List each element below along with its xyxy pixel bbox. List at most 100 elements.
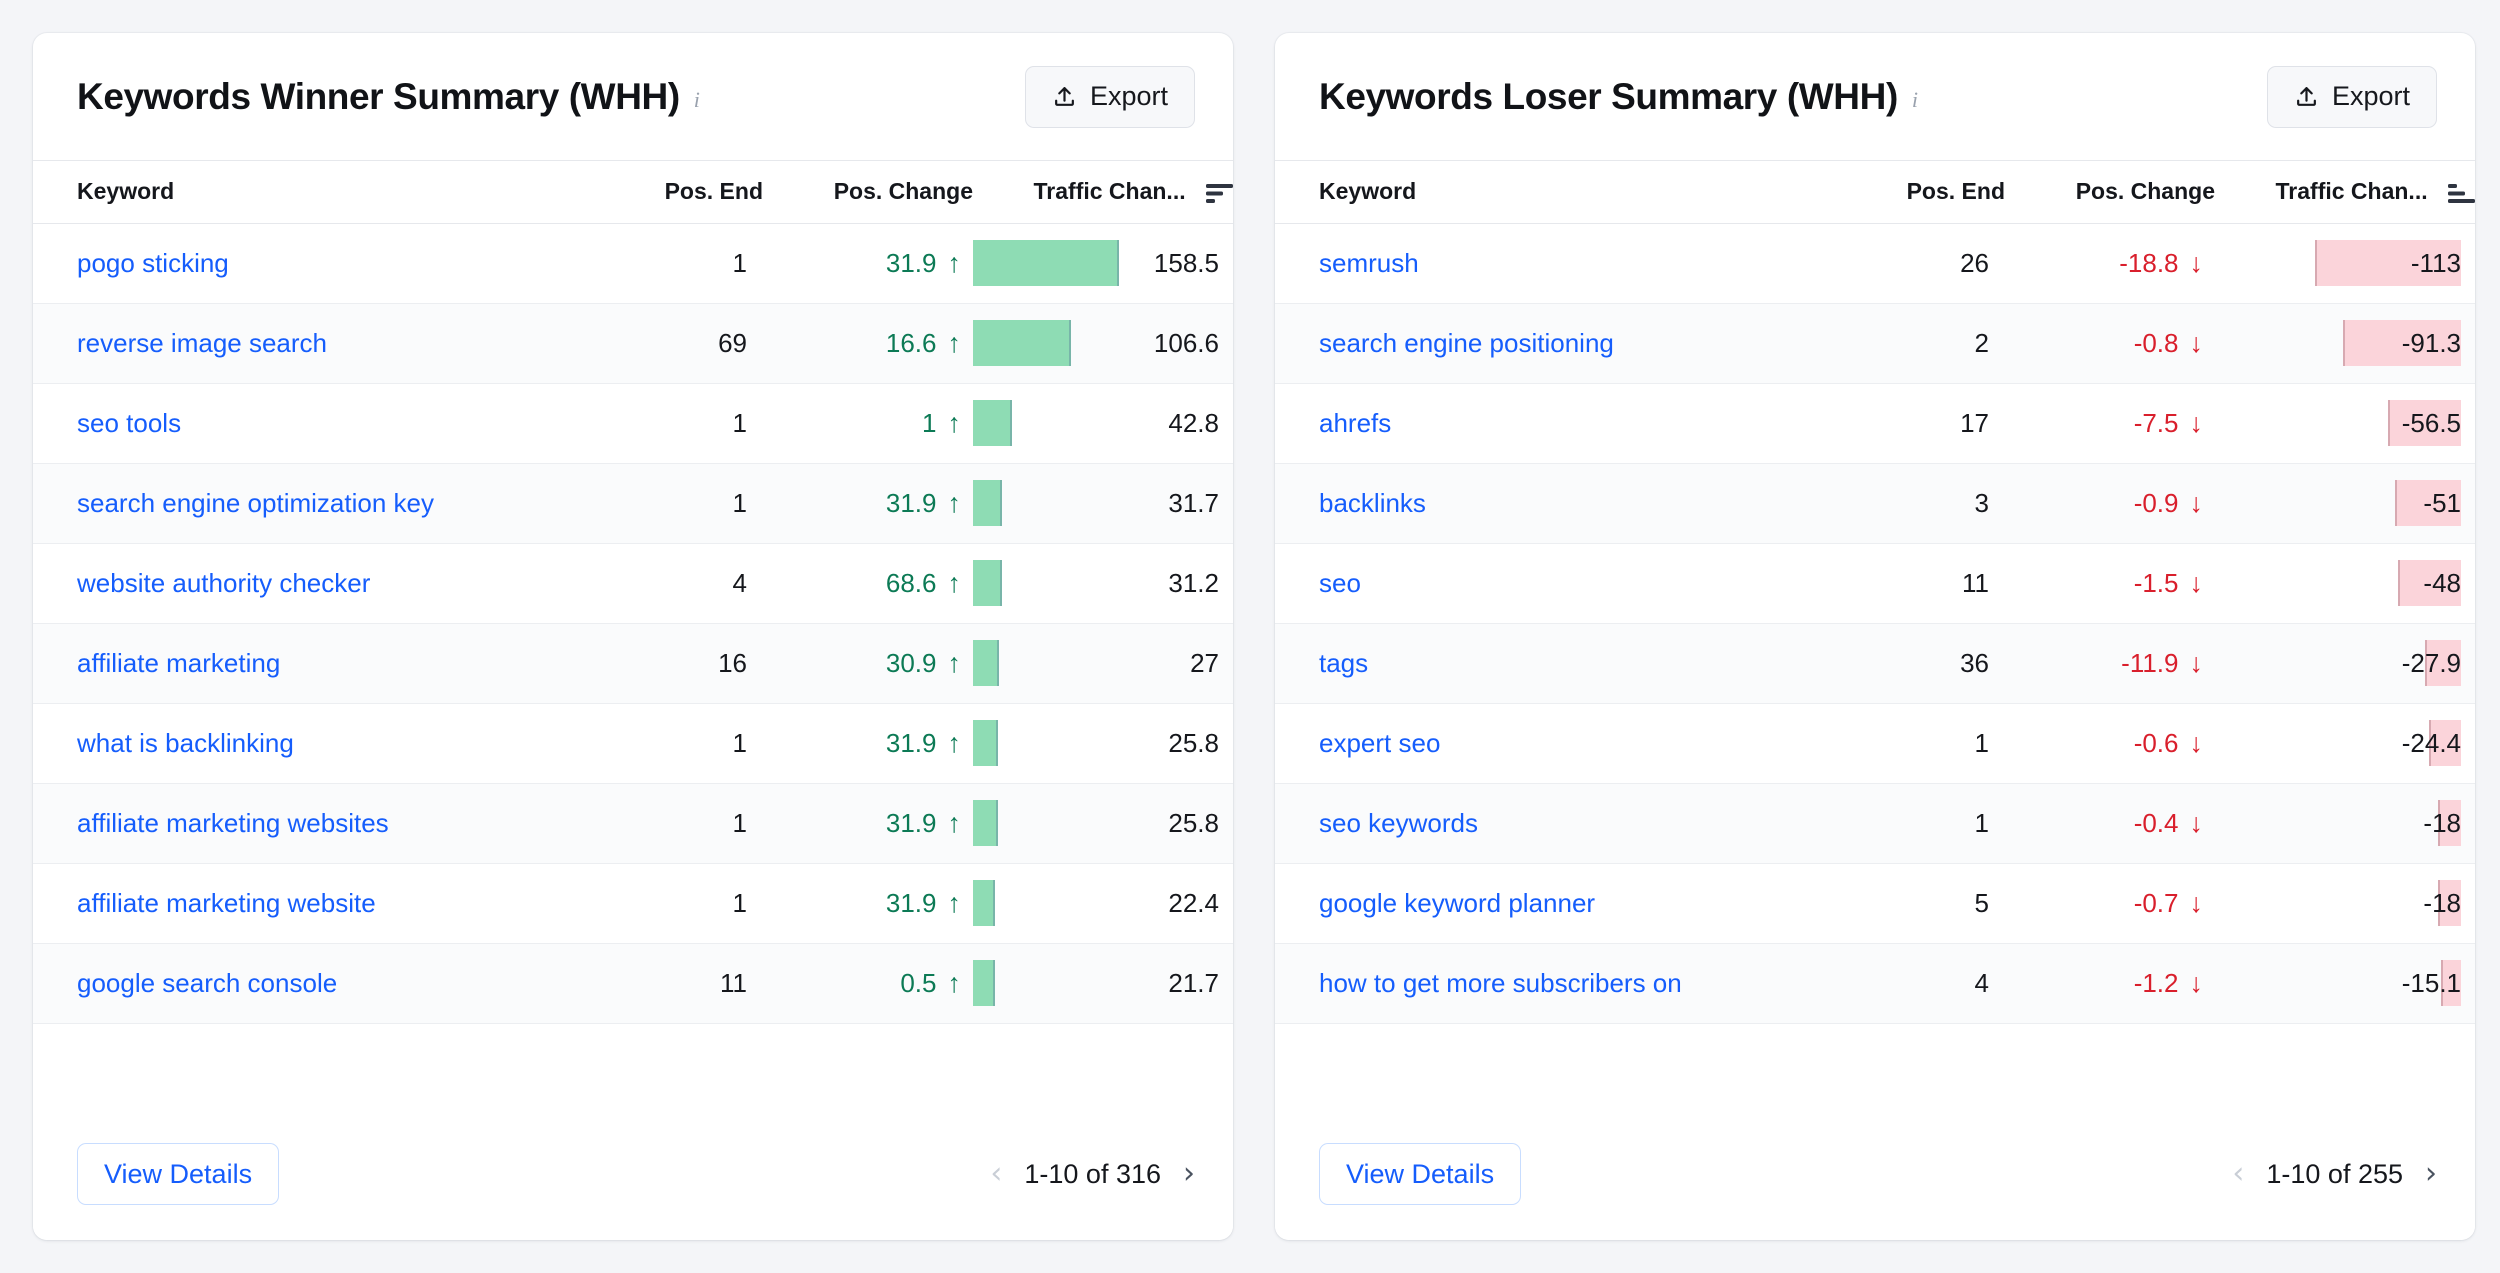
export-button[interactable]: Export — [2266, 65, 2437, 128]
traffic-change-value: -91.3 — [2401, 327, 2461, 358]
arrow-up-icon: ↑ — [947, 807, 962, 838]
column-header-keyword[interactable]: Keyword — [33, 161, 593, 224]
pagination-next-button[interactable]: › — [1183, 1159, 1195, 1189]
cell-pos-end: 1 — [1835, 703, 2005, 784]
cell-pos-change: 30.9 ↑ — [763, 623, 973, 704]
table-row: tags36-11.9↓-27.93,22 — [1275, 623, 2475, 704]
keyword-link[interactable]: tags — [1319, 648, 1835, 679]
cell-pos-change: -0.8 ↓ — [2005, 303, 2215, 384]
pos-change-number: -18.8 — [2119, 247, 2179, 278]
cell-pos-end: 1 — [1835, 783, 2005, 864]
column-header-keyword[interactable]: Keyword — [1275, 161, 1835, 224]
column-header-pos-end[interactable]: Pos. End — [593, 161, 763, 224]
keyword-link[interactable]: google keyword planner — [1319, 888, 1835, 919]
keyword-link[interactable]: seo keywords — [1319, 808, 1835, 839]
keyword-link[interactable]: affiliate marketing websites — [77, 808, 593, 839]
pos-change-number: -1.2 — [2133, 967, 2179, 998]
pos-change-value: 31.9 ↑ — [886, 888, 973, 919]
pos-change-value: -0.9 ↓ — [2134, 488, 2215, 519]
column-header-pos-change[interactable]: Pos. Change — [763, 161, 973, 224]
cell-pos-end: 1 — [593, 223, 763, 304]
pagination-prev-button[interactable]: ‹ — [2232, 1159, 2244, 1189]
column-header-traffic-change[interactable]: Traffic Chan... — [2215, 161, 2475, 224]
export-button-label: Export — [2331, 81, 2410, 111]
arrow-up-icon: ↑ — [947, 647, 962, 678]
cell-traffic-change: -56.5 — [2215, 383, 2475, 464]
view-details-button[interactable]: View Details — [1319, 1143, 1522, 1205]
column-header-pos-end[interactable]: Pos. End — [1835, 161, 2005, 224]
cell-traffic-change: 31.2 — [973, 543, 1233, 624]
winner-table: Keyword Pos. End Pos. Change Traffic Cha… — [33, 161, 1233, 1024]
traffic-change-value: -48 — [2423, 567, 2461, 598]
keyword-link[interactable]: expert seo — [1319, 728, 1835, 759]
keyword-link[interactable]: affiliate marketing — [77, 648, 593, 679]
keyword-link[interactable]: seo tools — [77, 408, 593, 439]
view-details-button[interactable]: View Details — [77, 1143, 280, 1205]
traffic-change-bar — [973, 880, 995, 926]
traffic-change-value: -27.9 — [2401, 647, 2461, 678]
traffic-change-value: -113 — [2410, 247, 2461, 278]
card-header: Keywords Winner Summary (WHH) i Export — [33, 33, 1233, 161]
keyword-link[interactable]: website authority checker — [77, 568, 593, 599]
pos-change-number: 31.9 — [885, 487, 937, 518]
cell-keyword: ahrefs — [1275, 383, 1835, 464]
table-row: ahrefs17-7.5↓-56.52,29 — [1275, 383, 2475, 464]
keyword-link[interactable]: how to get more subscribers on — [1319, 968, 1835, 999]
table-row: what is backlinking131.9↑25.880 — [33, 703, 1233, 784]
traffic-change-bar — [973, 960, 995, 1006]
traffic-change-value: 22.4 — [1168, 887, 1219, 918]
cell-pos-change: 31.9 ↑ — [763, 783, 973, 864]
card-footer: View Details ‹ 1-10 of 316 › — [33, 1108, 1233, 1240]
cell-keyword: search engine optimization key — [33, 463, 593, 544]
dashboard-root: Keywords Winner Summary (WHH) i Export K… — [0, 0, 2500, 1273]
cell-traffic-change: 106.6 — [973, 303, 1233, 384]
traffic-change-bar — [973, 480, 1003, 526]
pos-change-number: 0.5 — [900, 967, 937, 998]
keyword-link[interactable]: what is backlinking — [77, 728, 593, 759]
cell-keyword: affiliate marketing websites — [33, 783, 593, 864]
info-icon[interactable]: i — [1912, 88, 1918, 111]
cell-keyword: semrush — [1275, 223, 1835, 304]
arrow-down-icon: ↓ — [2189, 727, 2204, 758]
keyword-link[interactable]: semrush — [1319, 248, 1835, 279]
pagination-range: 1-10 of 316 — [1024, 1158, 1161, 1189]
pagination-prev-button[interactable]: ‹ — [990, 1159, 1002, 1189]
keyword-link[interactable]: affiliate marketing website — [77, 888, 593, 919]
keyword-link[interactable]: ahrefs — [1319, 408, 1835, 439]
pos-change-value: -0.8 ↓ — [2134, 328, 2215, 359]
column-header-traffic-change-label: Traffic Chan... — [1033, 178, 1186, 205]
info-icon[interactable]: i — [694, 88, 700, 111]
table-header-row: Keyword Pos. End Pos. Change Traffic Cha… — [33, 161, 1233, 224]
cell-pos-end: 11 — [1835, 543, 2005, 624]
keyword-link[interactable]: search engine optimization key — [77, 488, 593, 519]
cell-pos-end: 26 — [1835, 223, 2005, 304]
pos-change-number: -0.4 — [2133, 807, 2179, 838]
export-button[interactable]: Export — [1024, 65, 1195, 128]
pos-change-value: 31.9 ↑ — [886, 488, 973, 519]
table-row: website authority checker468.6↑31.296 — [33, 543, 1233, 624]
cell-pos-change: -0.4 ↓ — [2005, 783, 2215, 864]
keyword-link[interactable]: search engine positioning — [1319, 328, 1835, 359]
keyword-link[interactable]: google search console — [77, 968, 593, 999]
table-row: search engine positioning2-0.8↓-91.32, — [1275, 303, 2475, 384]
cell-pos-change: 31.9 ↑ — [763, 463, 973, 544]
keyword-link[interactable]: pogo sticking — [77, 248, 593, 279]
pos-change-number: -0.7 — [2133, 887, 2179, 918]
cell-pos-end: 1 — [593, 783, 763, 864]
pagination-next-button[interactable]: › — [2425, 1159, 2437, 1189]
cell-traffic-change: 27 — [973, 623, 1233, 704]
sort-ascending-icon[interactable] — [2448, 183, 2475, 204]
column-header-pos-change[interactable]: Pos. Change — [2005, 161, 2215, 224]
arrow-up-icon: ↑ — [947, 247, 962, 278]
keyword-link[interactable]: seo — [1319, 568, 1835, 599]
cell-keyword: seo — [1275, 543, 1835, 624]
column-header-traffic-change-label: Traffic Chan... — [2275, 178, 2428, 205]
column-header-traffic-change[interactable]: Traffic Chan... — [973, 161, 1233, 224]
card-header: Keywords Loser Summary (WHH) i Export — [1275, 33, 2475, 161]
cell-pos-change: -7.5 ↓ — [2005, 383, 2215, 464]
keyword-link[interactable]: reverse image search — [77, 328, 593, 359]
cell-pos-change: 31.9 ↑ — [763, 703, 973, 784]
keyword-link[interactable]: backlinks — [1319, 488, 1835, 519]
sort-descending-icon[interactable] — [1206, 183, 1233, 204]
traffic-change-value: 25.8 — [1168, 727, 1219, 758]
